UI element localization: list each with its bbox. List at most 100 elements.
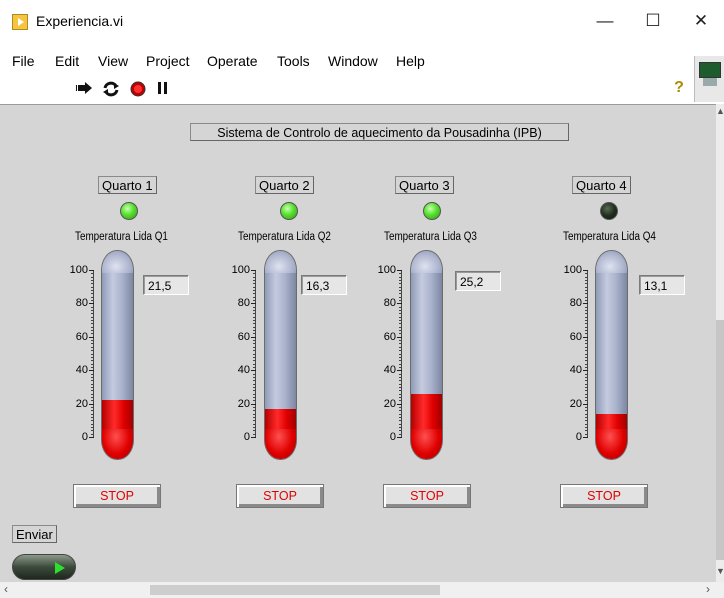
- abort-icon[interactable]: [130, 81, 146, 100]
- scale-minor-tick: [585, 286, 588, 288]
- room-2-label: Quarto 2: [255, 176, 314, 194]
- scale-tick-label: 20: [75, 397, 88, 410]
- panel-header-label: Sistema de Controlo de aquecimento da Po…: [190, 123, 569, 141]
- run-arrow-icon[interactable]: [75, 81, 94, 98]
- scale-major-tick: [89, 403, 94, 405]
- minimize-button[interactable]: —: [582, 4, 628, 38]
- room-2-temperature-readout: 16,3: [301, 275, 347, 295]
- menu-file[interactable]: File: [12, 53, 35, 69]
- room-3-thermometer: [410, 250, 443, 460]
- scale-tick-label: 0: [389, 431, 396, 443]
- scroll-up-arrow-icon[interactable]: ▲: [716, 106, 724, 116]
- scale-minor-tick: [91, 330, 94, 332]
- scale-minor-tick: [91, 416, 94, 418]
- thermometer-top-shade: [411, 251, 442, 273]
- scale-minor-tick: [253, 326, 256, 328]
- vertical-scroll-thumb[interactable]: [716, 320, 724, 560]
- menu-edit[interactable]: Edit: [55, 53, 79, 69]
- scale-minor-tick: [399, 350, 402, 352]
- scale-minor-tick: [253, 276, 256, 278]
- enviar-button[interactable]: [12, 554, 76, 580]
- scale-major-tick: [251, 370, 256, 372]
- maximize-button[interactable]: ☐: [630, 4, 676, 38]
- scale-minor-tick: [399, 356, 402, 358]
- scale-minor-tick: [253, 283, 256, 285]
- scale-minor-tick: [253, 273, 256, 275]
- scale-minor-tick: [91, 383, 94, 385]
- scale-minor-tick: [399, 366, 402, 368]
- room-4-label: Quarto 4: [572, 176, 631, 194]
- scroll-down-arrow-icon[interactable]: ▼: [716, 566, 724, 576]
- vi-icon-screen: [699, 62, 721, 78]
- scale-minor-tick: [585, 416, 588, 418]
- context-help-icon[interactable]: ?: [670, 79, 688, 97]
- scale-major-tick: [397, 270, 402, 271]
- scale-minor-tick: [585, 366, 588, 368]
- scale-minor-tick: [399, 410, 402, 412]
- room-1-thermometer-title: Temperatura Lida Q1: [75, 231, 168, 243]
- scale-major-tick: [397, 437, 402, 438]
- scale-tick-label: 80: [383, 297, 396, 310]
- scale-minor-tick: [585, 363, 588, 365]
- scale-minor-tick: [399, 433, 402, 435]
- menu-help[interactable]: Help: [396, 53, 425, 69]
- scale-minor-tick: [91, 423, 94, 425]
- scale-minor-tick: [585, 340, 588, 342]
- scale-minor-tick: [91, 340, 94, 342]
- menu-tools[interactable]: Tools: [277, 53, 310, 69]
- scale-minor-tick: [585, 326, 588, 328]
- title-bar: Experiencia.vi — ☐ ✕: [0, 0, 724, 42]
- labview-vi-icon: [12, 14, 28, 30]
- scale-tick-label: 0: [81, 431, 88, 443]
- scale-minor-tick: [253, 400, 256, 402]
- scroll-right-arrow-icon[interactable]: ›: [706, 582, 710, 596]
- scale-minor-tick: [399, 383, 402, 385]
- scale-minor-tick: [91, 380, 94, 382]
- horizontal-scroll-thumb[interactable]: [150, 585, 440, 595]
- scale-minor-tick: [91, 343, 94, 345]
- scale-major-tick: [397, 370, 402, 372]
- scale-minor-tick: [585, 323, 588, 325]
- scale-minor-tick: [91, 320, 94, 322]
- menu-project[interactable]: Project: [146, 53, 190, 69]
- room-1-label: Quarto 1: [98, 176, 157, 194]
- thermometer-bulb: [102, 429, 133, 459]
- scale-tick-label: 20: [569, 397, 582, 410]
- room-4-stop-button[interactable]: STOP: [560, 484, 648, 508]
- room-3-stop-button[interactable]: STOP: [383, 484, 471, 508]
- room-2-thermometer-title: Temperatura Lida Q2: [238, 231, 331, 243]
- scroll-left-arrow-icon[interactable]: ‹: [4, 582, 8, 596]
- horizontal-scrollbar[interactable]: ‹ ›: [0, 582, 724, 598]
- scale-minor-tick: [399, 296, 402, 298]
- menu-window[interactable]: Window: [328, 53, 378, 69]
- menu-view[interactable]: View: [98, 53, 128, 69]
- toolbar: [0, 75, 692, 103]
- scale-minor-tick: [399, 276, 402, 278]
- scale-minor-tick: [253, 426, 256, 428]
- run-continuously-icon[interactable]: [102, 81, 120, 100]
- scale-minor-tick: [91, 396, 94, 398]
- scale-minor-tick: [399, 320, 402, 322]
- scale-minor-tick: [91, 393, 94, 395]
- scale-minor-tick: [585, 280, 588, 282]
- scale-minor-tick: [253, 420, 256, 422]
- scale-minor-tick: [91, 360, 94, 362]
- room-2-thermometer: [264, 250, 297, 460]
- thermometer-top-shade: [265, 251, 296, 273]
- scale-minor-tick: [399, 316, 402, 318]
- scale-minor-tick: [253, 363, 256, 365]
- close-button[interactable]: ✕: [678, 4, 724, 38]
- scale-minor-tick: [91, 433, 94, 435]
- menu-operate[interactable]: Operate: [207, 53, 258, 69]
- scale-major-tick: [251, 403, 256, 405]
- scale-minor-tick: [585, 313, 588, 315]
- scale-tick-label: 60: [75, 330, 88, 343]
- room-2-stop-button[interactable]: STOP: [236, 484, 324, 508]
- room-1-stop-button[interactable]: STOP: [73, 484, 161, 508]
- scale-minor-tick: [585, 316, 588, 318]
- scale-minor-tick: [91, 306, 94, 308]
- scale-minor-tick: [91, 386, 94, 388]
- scale-major-tick: [89, 437, 94, 438]
- pause-icon[interactable]: [157, 81, 169, 98]
- scale-major-tick: [89, 303, 94, 305]
